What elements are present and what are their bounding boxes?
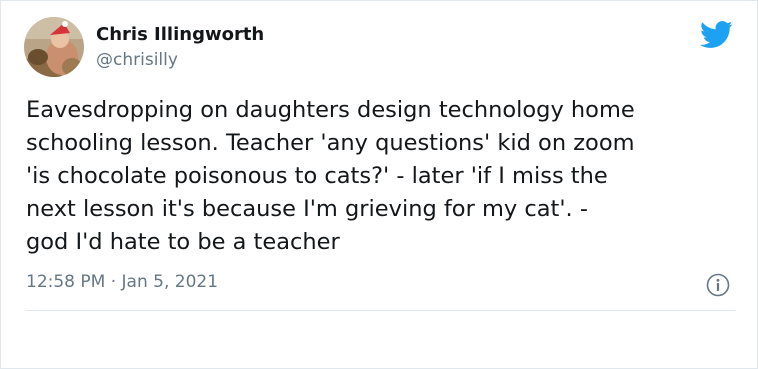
twitter-bird-icon[interactable] (700, 21, 733, 48)
author-name[interactable]: Chris Illingworth (96, 24, 264, 45)
tweet-time[interactable]: 12:58 PM (26, 272, 105, 292)
timestamp-separator: · (110, 272, 117, 292)
divider (25, 310, 736, 311)
tweet-date[interactable]: Jan 5, 2021 (122, 272, 219, 292)
tweet-card: Chris Illingworth @chrisilly Eavesdroppi… (0, 0, 758, 369)
tweet-timestamp: 12:58 PM · Jan 5, 2021 (26, 272, 218, 292)
author-handle[interactable]: @chrisilly (96, 50, 178, 70)
avatar-photo (24, 17, 84, 77)
info-icon[interactable] (706, 273, 730, 297)
avatar[interactable] (24, 17, 84, 77)
tweet-text: Eavesdropping on daughters design techno… (26, 97, 635, 255)
